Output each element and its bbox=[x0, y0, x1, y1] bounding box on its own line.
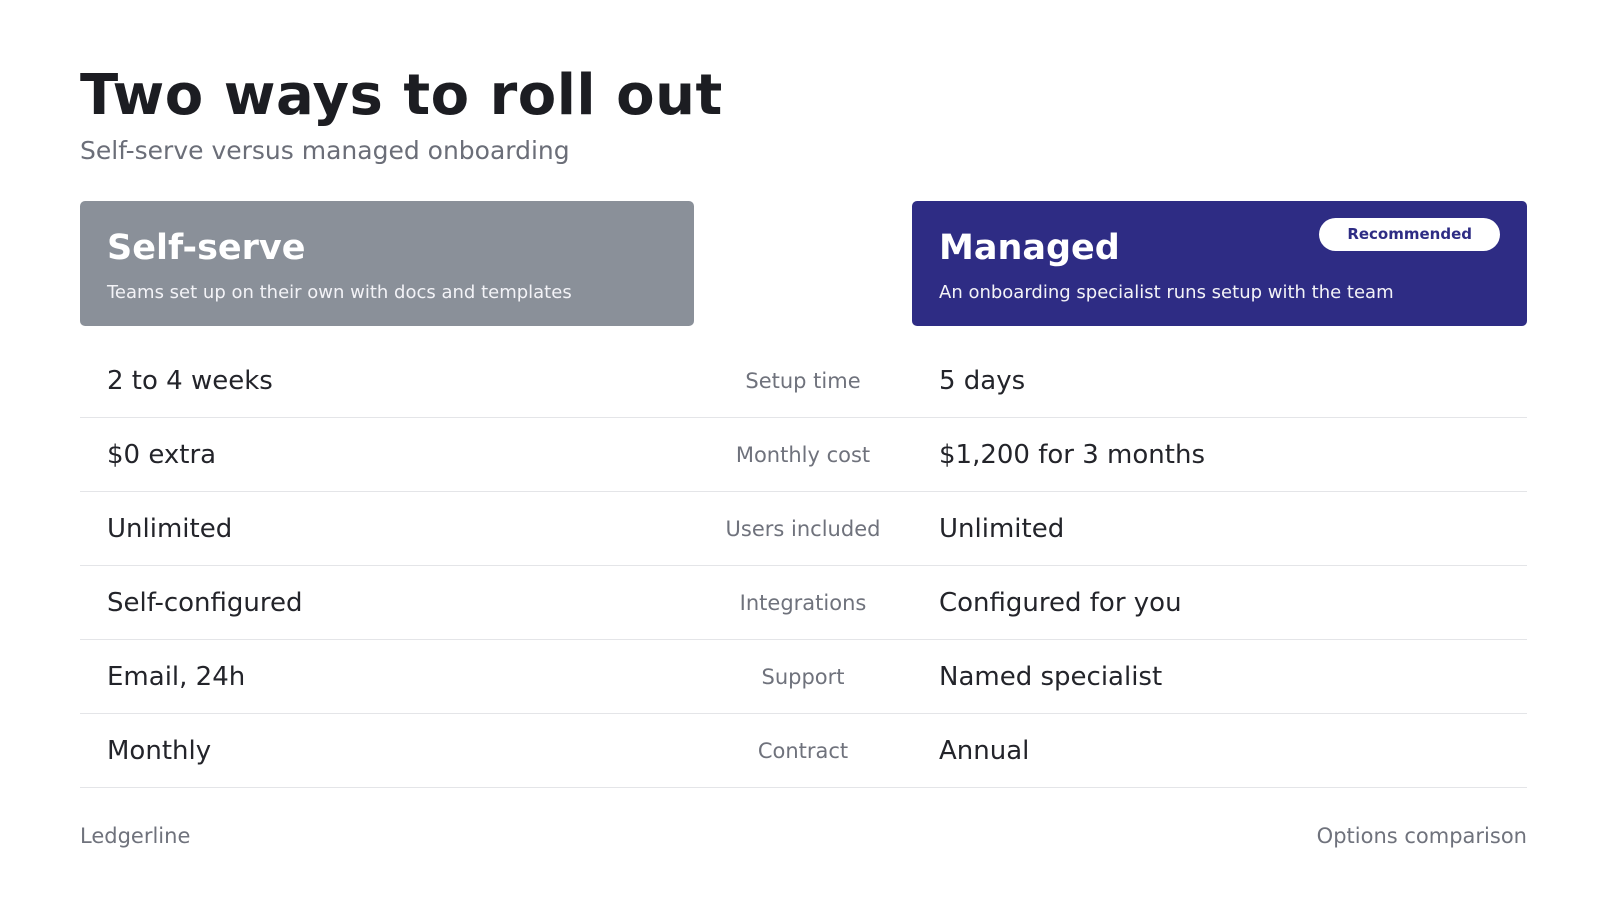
row-label: Contract bbox=[757, 739, 849, 763]
option-card-self-serve: Self-serve Teams set up on their own wit… bbox=[80, 201, 694, 326]
option-card-managed: Managed An onboarding specialist runs se… bbox=[912, 201, 1527, 326]
self-serve-value: $0 extra bbox=[107, 440, 217, 470]
row-label: Integrations bbox=[739, 591, 867, 615]
row-label: Users included bbox=[725, 517, 881, 541]
managed-value: $1,200 for 3 months bbox=[939, 440, 1205, 470]
self-serve-value: 2 to 4 weeks bbox=[107, 366, 273, 396]
self-serve-value: Self-configured bbox=[107, 588, 303, 618]
recommended-badge: Recommended bbox=[1319, 218, 1500, 251]
footer-brand: Ledgerline bbox=[80, 824, 191, 848]
managed-value: Configured for you bbox=[939, 588, 1182, 618]
self-serve-value: Unlimited bbox=[107, 514, 233, 544]
row-label: Support bbox=[761, 665, 845, 689]
page-subtitle: Self-serve versus managed onboarding bbox=[80, 136, 570, 165]
table-row: Monthly Contract Annual bbox=[80, 714, 1527, 788]
self-serve-value: Monthly bbox=[107, 736, 212, 766]
managed-value: 5 days bbox=[939, 366, 1026, 396]
slide: Two ways to roll out Self-serve versus m… bbox=[0, 0, 1600, 900]
managed-value: Named specialist bbox=[939, 662, 1163, 692]
row-label: Monthly cost bbox=[735, 443, 871, 467]
self-serve-value: Email, 24h bbox=[107, 662, 246, 692]
comparison-table: 2 to 4 weeks Setup time 5 days $0 extra … bbox=[80, 344, 1527, 788]
table-row: Self-configured Integrations Configured … bbox=[80, 566, 1527, 640]
table-row: Email, 24h Support Named specialist bbox=[80, 640, 1527, 714]
table-row: Unlimited Users included Unlimited bbox=[80, 492, 1527, 566]
option-description-managed: An onboarding specialist runs setup with… bbox=[939, 282, 1394, 303]
table-row: $0 extra Monthly cost $1,200 for 3 month… bbox=[80, 418, 1527, 492]
footer-section-label: Options comparison bbox=[1316, 824, 1527, 848]
managed-value: Annual bbox=[939, 736, 1030, 766]
row-label: Setup time bbox=[745, 369, 861, 393]
table-row: 2 to 4 weeks Setup time 5 days bbox=[80, 344, 1527, 418]
option-description-self-serve: Teams set up on their own with docs and … bbox=[107, 282, 572, 303]
managed-value: Unlimited bbox=[939, 514, 1065, 544]
option-title-self-serve: Self-serve bbox=[107, 228, 306, 268]
page-title: Two ways to roll out bbox=[80, 63, 723, 128]
